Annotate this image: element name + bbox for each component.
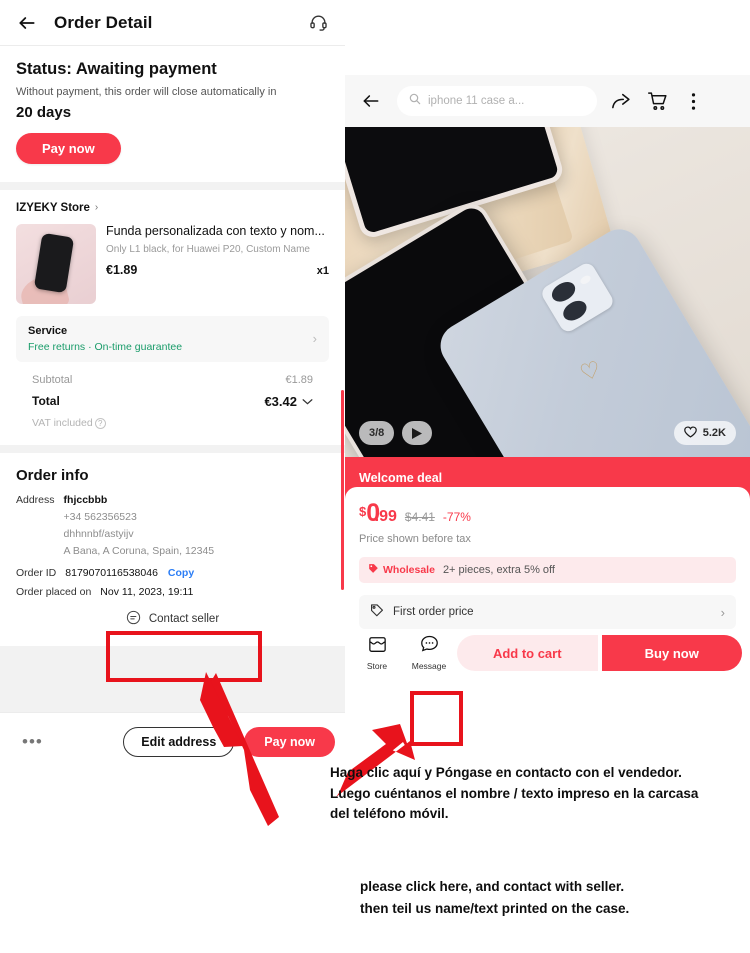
annotation-text-spanish: Haga clic aquí y Póngase en contacto con…	[330, 763, 750, 825]
annotation-spanish-line-1: Haga clic aquí y Póngase en contacto con…	[330, 765, 682, 780]
screenshot-root: Order Detail Status: Awaiting payment Wi…	[0, 0, 750, 953]
annotation-spanish-line-3: del teléfono móvil.	[330, 806, 449, 822]
annotation-english-line-2: then teil us name/text printed on the ca…	[360, 900, 630, 916]
annotation-spanish-line-2: Luego cuéntanos el nombre / texto impres…	[330, 785, 699, 801]
annotation-text-english: please click here, and contact with sell…	[360, 876, 750, 920]
annotation-english-line-1: please click here, and contact with sell…	[360, 879, 625, 894]
